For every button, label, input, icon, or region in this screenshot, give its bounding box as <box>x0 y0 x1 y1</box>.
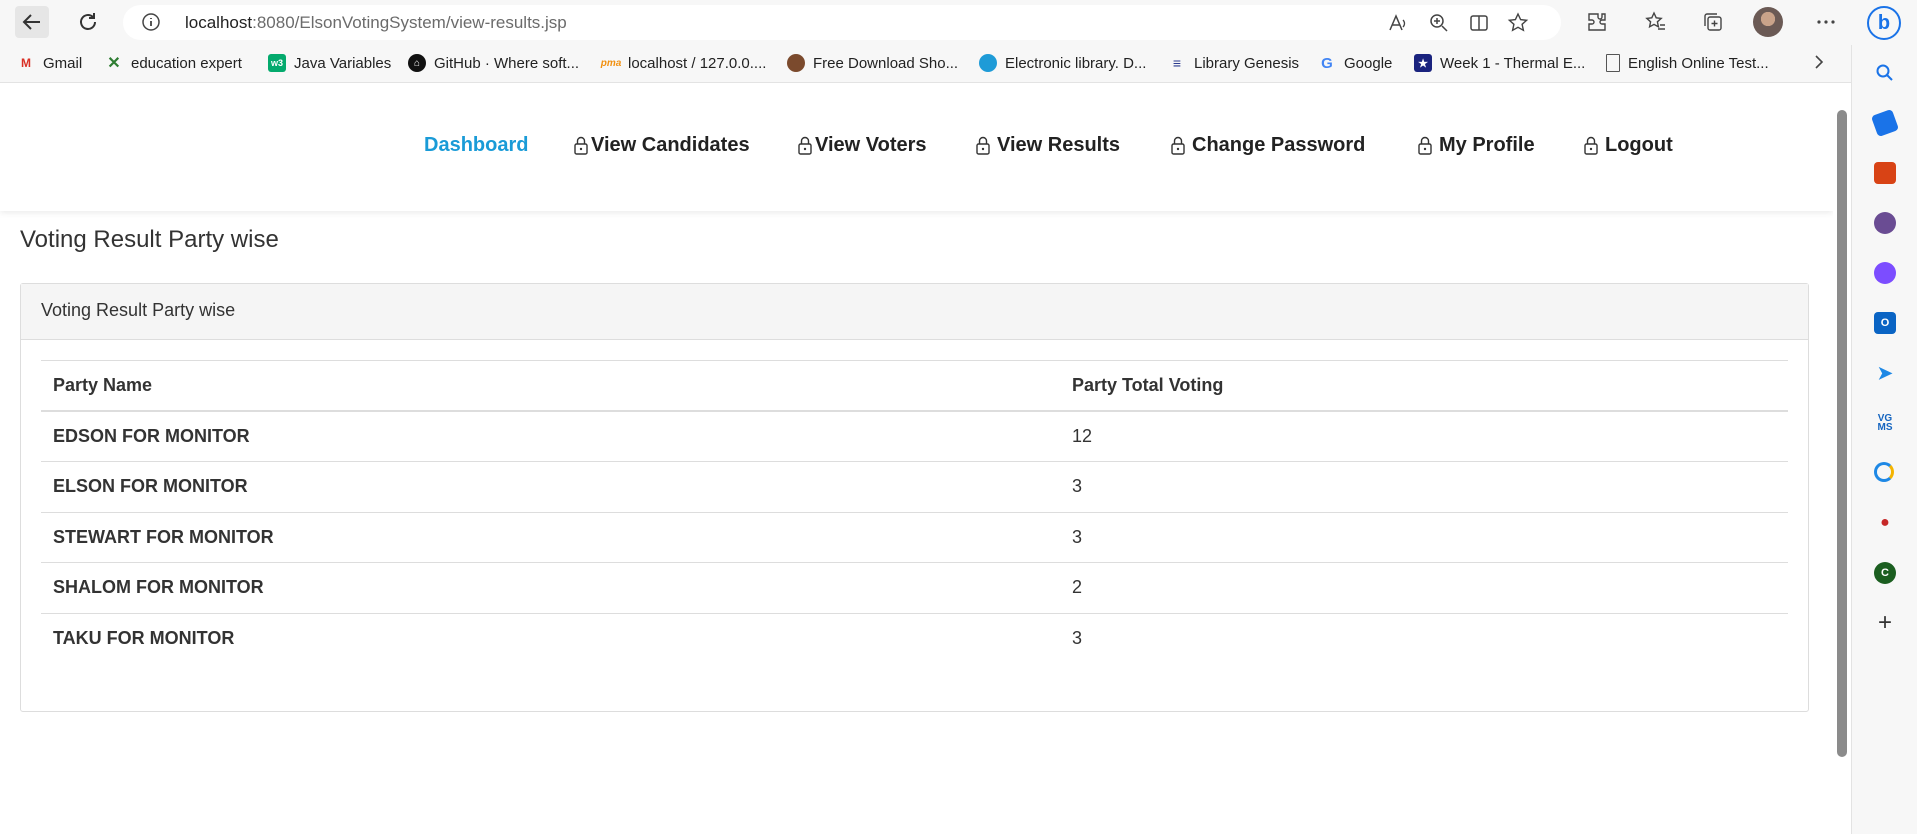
bing-copilot-icon[interactable]: b <box>1867 6 1901 40</box>
bookmark-electronic-library[interactable]: Electronic library. D... <box>979 54 1146 72</box>
back-button[interactable] <box>15 6 49 38</box>
c-app-icon[interactable]: C <box>1874 562 1896 584</box>
vote-count-cell: 3 <box>1060 612 1788 664</box>
nav-view-candidates[interactable]: View Candidates <box>573 134 750 157</box>
vote-count-cell: 2 <box>1060 562 1788 613</box>
nav-logout[interactable]: Logout <box>1583 134 1673 157</box>
panel-heading: Voting Result Party wise <box>21 284 1808 340</box>
gmail-icon: M <box>21 56 31 70</box>
top-navigation: Dashboard View Candidates View Voters Vi… <box>0 84 1833 211</box>
education-expert-icon: ✕ <box>107 55 121 72</box>
briefcase-icon[interactable] <box>1874 162 1896 184</box>
vote-count-cell: 12 <box>1060 410 1788 462</box>
copilot-icon[interactable] <box>1874 262 1896 284</box>
extensions-icon[interactable] <box>1584 9 1610 35</box>
results-panel: Voting Result Party wise Party Name Part… <box>20 283 1809 712</box>
star-badge-icon: ★ <box>1414 54 1432 72</box>
bookmark-phpmyadmin[interactable]: pma localhost / 127.0.0.... <box>600 54 767 72</box>
page-scrollbar[interactable] <box>1833 84 1851 834</box>
split-screen-icon[interactable] <box>1468 12 1490 34</box>
browser-toolbar: localhost:8080/ElsonVotingSystem/view-re… <box>0 0 1917 45</box>
phpmyadmin-icon: pma <box>600 57 622 69</box>
lock-icon <box>574 136 588 155</box>
table-row: SHALOM FOR MONITOR 2 <box>41 562 1788 613</box>
column-header-party-name: Party Name <box>41 360 1060 412</box>
site-info-icon[interactable] <box>141 12 161 32</box>
reload-button[interactable] <box>71 6 105 38</box>
bookmarks-overflow-chevron-icon[interactable] <box>1812 54 1826 70</box>
party-name-cell: ELSON FOR MONITOR <box>41 461 1060 512</box>
page-icon <box>1606 54 1620 72</box>
bookmark-free-download[interactable]: Free Download Sho... <box>787 54 958 72</box>
table-row: ELSON FOR MONITOR 3 <box>41 461 1788 512</box>
nav-dashboard[interactable]: Dashboard <box>424 134 528 157</box>
back-arrow-icon <box>22 14 40 30</box>
lock-icon <box>1171 136 1185 155</box>
party-name-cell: SHALOM FOR MONITOR <box>41 562 1060 613</box>
results-table: Party Name Party Total Voting EDSON FOR … <box>41 360 1788 664</box>
search-icon[interactable] <box>1874 62 1896 84</box>
bookmark-education-expert[interactable]: ✕ education expert <box>105 54 242 73</box>
send-icon[interactable]: ➤ <box>1874 362 1896 384</box>
more-options-icon[interactable] <box>1813 9 1839 35</box>
scrollbar-thumb[interactable] <box>1837 110 1847 757</box>
read-aloud-icon[interactable] <box>1387 12 1409 34</box>
vgms-icon[interactable]: VG MS <box>1874 412 1896 434</box>
add-icon[interactable]: + <box>1874 609 1896 636</box>
add-favorite-icon[interactable] <box>1507 12 1529 34</box>
tag-icon[interactable] <box>1870 108 1900 138</box>
table-row: TAKU FOR MONITOR 3 <box>41 612 1788 664</box>
page-viewport: Dashboard View Candidates View Voters Vi… <box>0 84 1833 834</box>
zoom-icon[interactable] <box>1428 12 1450 34</box>
university-icon[interactable]: ● <box>1874 512 1896 534</box>
github-icon: ⌂ <box>408 54 426 72</box>
column-header-total-voting: Party Total Voting <box>1060 360 1788 412</box>
url-text[interactable]: localhost:8080/ElsonVotingSystem/view-re… <box>185 13 567 33</box>
table-header-row: Party Name Party Total Voting <box>41 360 1788 412</box>
collections-icon[interactable] <box>1700 9 1726 35</box>
bookmark-library-genesis[interactable]: ≡ Library Genesis <box>1168 54 1299 72</box>
w3schools-icon: w3 <box>268 54 286 72</box>
table-row: STEWART FOR MONITOR 3 <box>41 511 1788 563</box>
bookmark-google[interactable]: G Google <box>1318 54 1392 72</box>
lock-icon <box>1418 136 1432 155</box>
nav-my-profile[interactable]: My Profile <box>1417 134 1535 157</box>
extension-icon[interactable] <box>1874 462 1894 482</box>
party-name-cell: EDSON FOR MONITOR <box>41 410 1060 462</box>
bookmark-english-online-test[interactable]: English Online Test... <box>1606 54 1769 72</box>
electronic-library-icon <box>979 54 997 72</box>
nav-view-results[interactable]: View Results <box>975 134 1120 157</box>
nav-view-voters[interactable]: View Voters <box>797 134 927 157</box>
favorites-icon[interactable] <box>1643 9 1669 35</box>
bookmark-gmail[interactable]: M Gmail <box>17 54 82 72</box>
vote-count-cell: 3 <box>1060 511 1788 563</box>
nav-change-password[interactable]: Change Password <box>1170 134 1365 157</box>
lock-icon <box>976 136 990 155</box>
address-bar[interactable]: localhost:8080/ElsonVotingSystem/view-re… <box>123 5 1561 40</box>
vote-count-cell: 3 <box>1060 461 1788 512</box>
lock-icon <box>798 136 812 155</box>
bookmark-week1-thermal[interactable]: ★ Week 1 - Thermal E... <box>1414 54 1585 72</box>
library-genesis-icon: ≡ <box>1172 55 1182 71</box>
bookmark-github[interactable]: ⌂ GitHub · Where soft... <box>408 54 579 72</box>
games-icon[interactable] <box>1874 212 1896 234</box>
google-icon: G <box>1321 54 1333 72</box>
party-name-cell: TAKU FOR MONITOR <box>41 612 1060 664</box>
reload-icon <box>80 13 96 30</box>
free-download-icon <box>787 54 805 72</box>
bookmark-java-variables[interactable]: w3 Java Variables <box>268 54 391 72</box>
page-title: Voting Result Party wise <box>20 226 279 253</box>
outlook-icon[interactable]: O <box>1874 312 1896 334</box>
party-name-cell: STEWART FOR MONITOR <box>41 511 1060 563</box>
lock-icon <box>1584 136 1598 155</box>
bookmarks-bar: M Gmail ✕ education expert w3 Java Variable… <box>0 45 1917 83</box>
table-row: EDSON FOR MONITOR 12 <box>41 410 1788 462</box>
edge-sidebar: O ➤ VG MS ● C + <box>1851 45 1917 834</box>
profile-avatar[interactable] <box>1753 7 1783 37</box>
